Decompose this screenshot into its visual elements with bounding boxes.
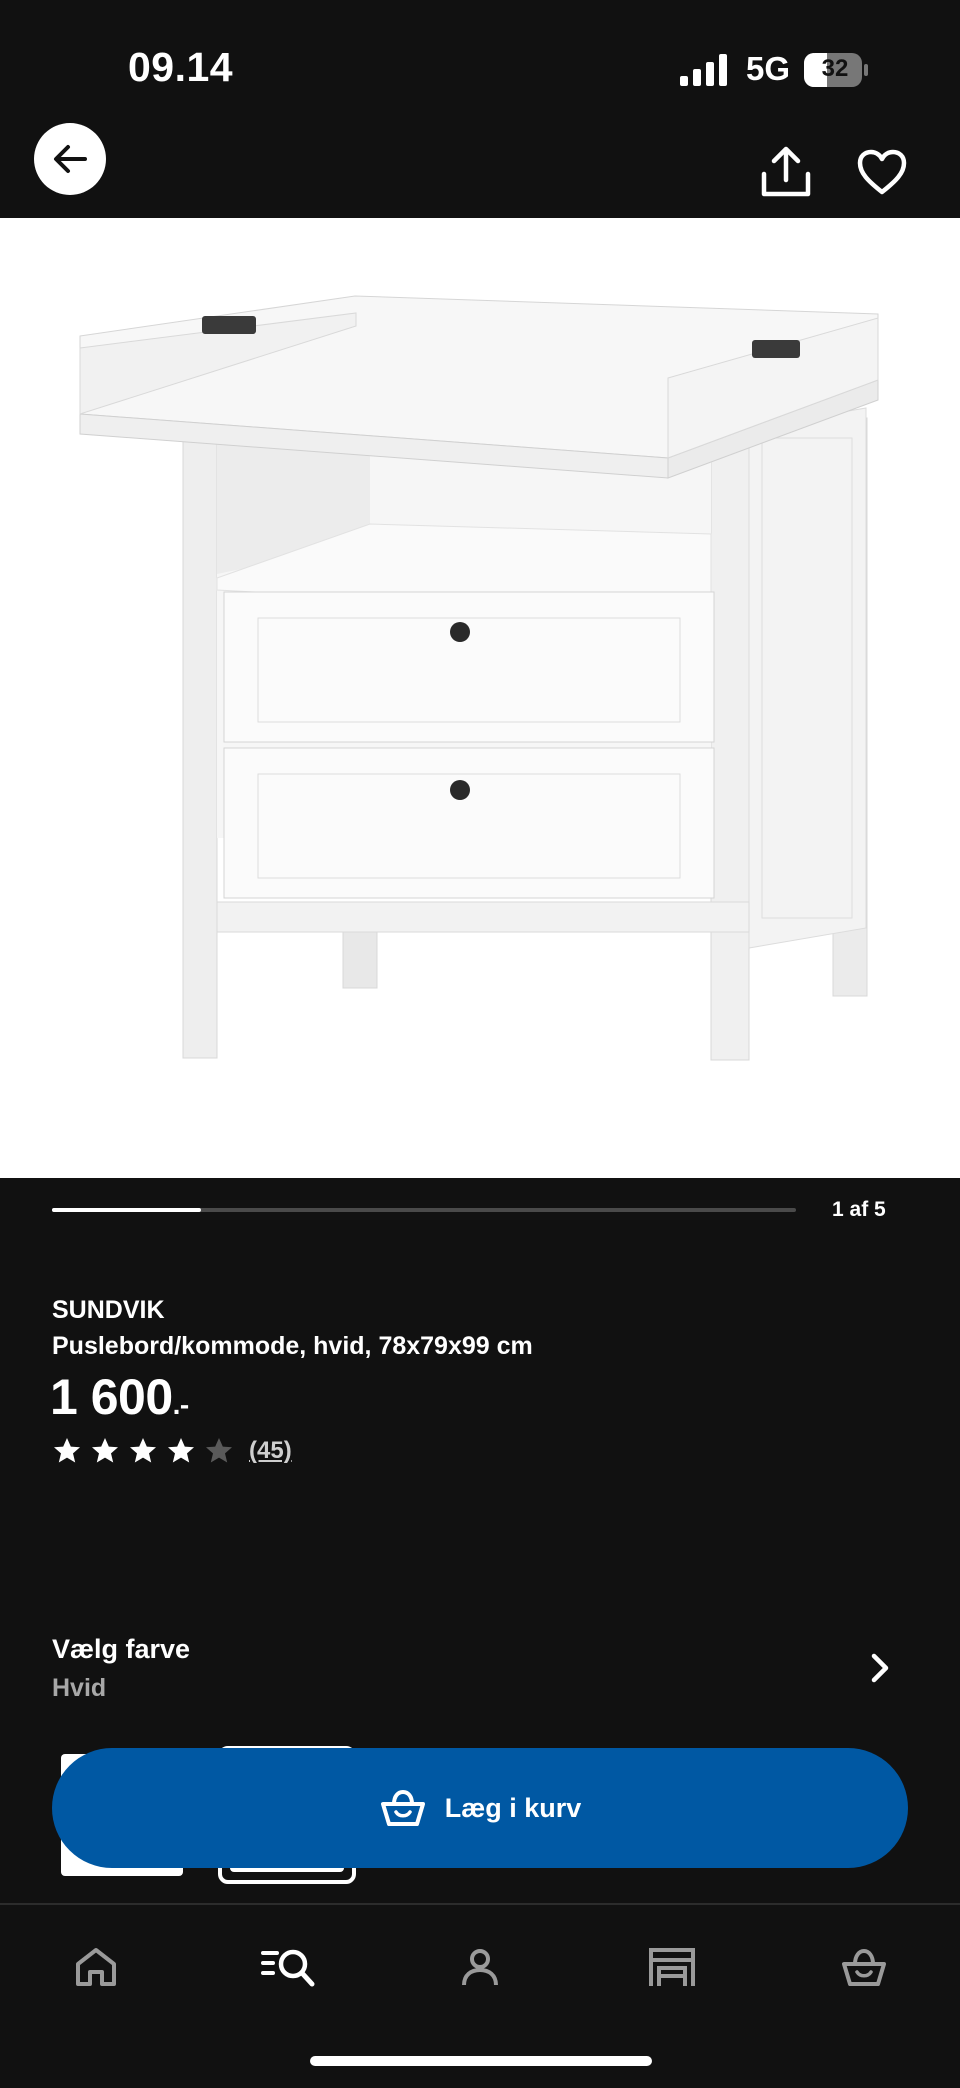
status-time: 09.14	[128, 44, 234, 90]
color-value: Hvid	[52, 1674, 107, 1702]
home-indicator	[310, 2056, 652, 2066]
price-suffix: .-	[172, 1389, 190, 1420]
product-description: Puslebord/kommode, hvid, 78x79x99 cm	[52, 1332, 533, 1360]
search-icon	[261, 1949, 315, 1987]
basket-icon	[380, 1789, 425, 1826]
back-button[interactable]	[34, 123, 106, 195]
price-value: 1 600	[50, 1369, 173, 1425]
share-button[interactable]	[758, 146, 814, 198]
star-filled-icon	[54, 1438, 80, 1463]
arrow-left-icon	[54, 145, 87, 173]
home-icon	[76, 1948, 116, 1986]
store-icon	[649, 1948, 695, 1986]
battery-level: 32	[821, 55, 849, 82]
signal-icon	[680, 54, 727, 86]
star-filled-icon	[130, 1438, 156, 1463]
cart-icon	[842, 1948, 886, 1986]
chevron-right-icon	[871, 1653, 889, 1683]
heart-icon	[857, 149, 907, 195]
nav-cart[interactable]	[834, 1937, 894, 1997]
battery-icon: 32	[803, 52, 869, 88]
star-empty-icon	[206, 1438, 232, 1463]
add-to-cart-button[interactable]: Læg i kurv	[52, 1748, 908, 1868]
nav-search[interactable]	[258, 1937, 318, 1997]
color-label: Vælg farve	[52, 1634, 191, 1664]
product-price: 1 600.-	[50, 1368, 189, 1426]
nav-profile[interactable]	[450, 1937, 510, 1997]
reviews-link[interactable]: (45)	[249, 1437, 292, 1465]
nav-store[interactable]	[642, 1937, 702, 1997]
star-filled-icon	[168, 1438, 194, 1463]
gallery-progress	[52, 1208, 796, 1212]
product-image[interactable]	[0, 218, 960, 1178]
profile-icon	[462, 1949, 498, 1986]
nav-home[interactable]	[66, 1937, 126, 1997]
star-filled-icon	[92, 1438, 118, 1463]
network-label: 5G	[746, 50, 791, 87]
add-to-cart-label: Læg i kurv	[444, 1792, 582, 1823]
product-name: SUNDVIK	[52, 1296, 165, 1324]
favorite-button[interactable]	[856, 148, 908, 196]
rating-stars[interactable]	[52, 1436, 234, 1466]
share-icon	[761, 146, 811, 197]
gallery-progress-fill	[52, 1208, 201, 1212]
gallery-counter: 1 af 5	[832, 1198, 886, 1221]
